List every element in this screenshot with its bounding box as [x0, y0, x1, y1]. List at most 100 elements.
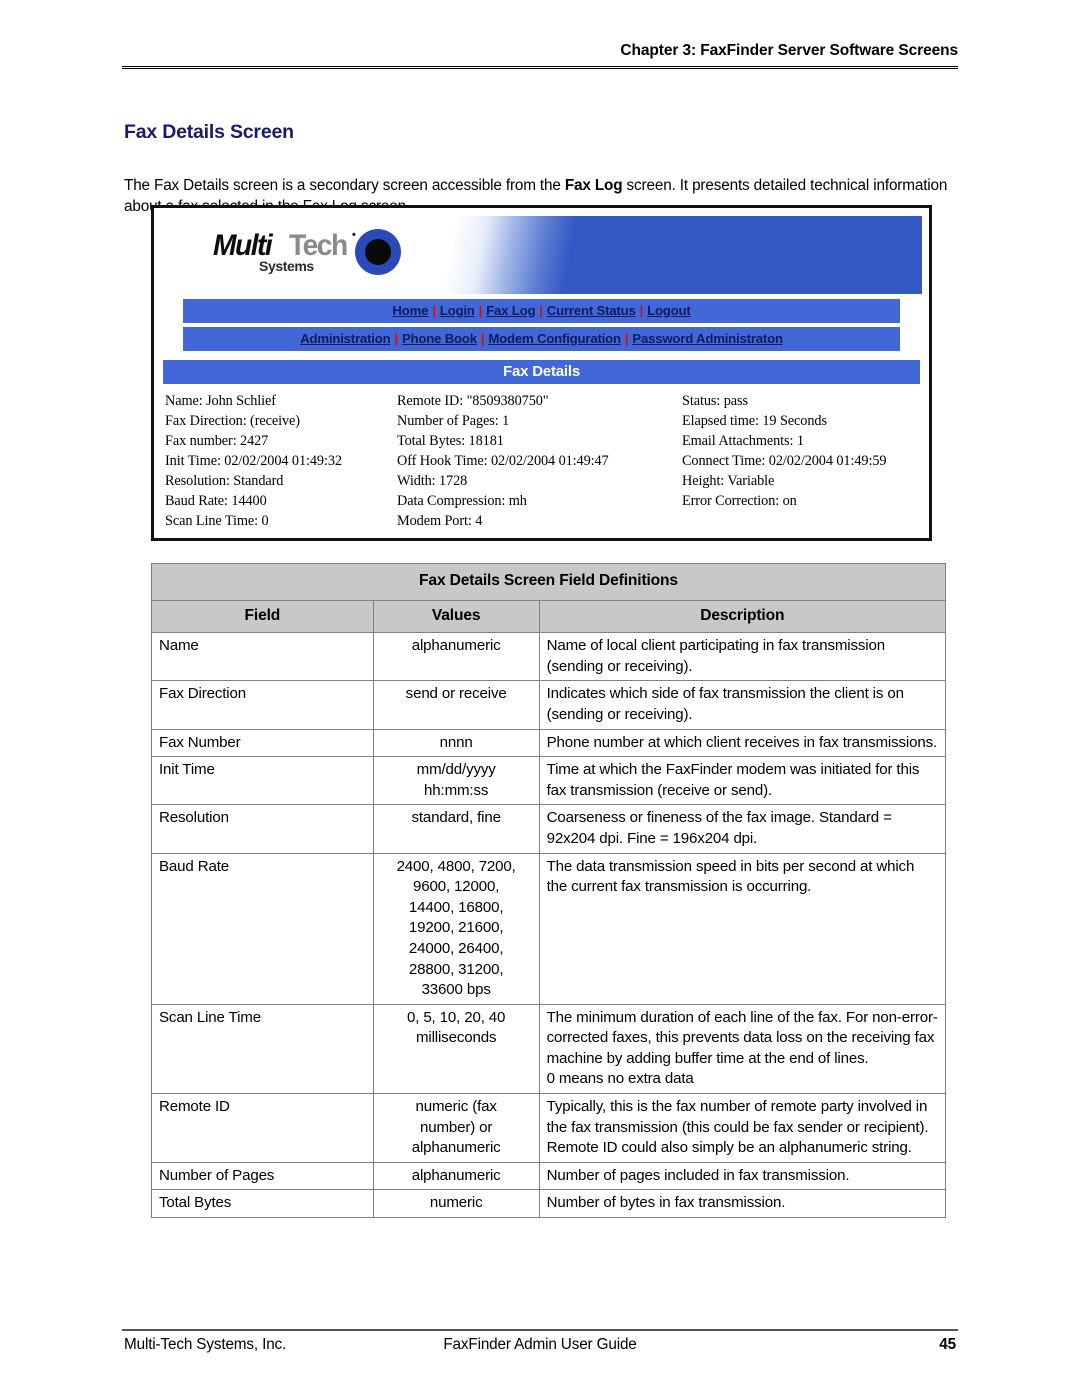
- nav-link-home[interactable]: Home: [390, 303, 430, 318]
- fax-details-title-bar: Fax Details: [163, 360, 920, 386]
- field-modem-port: Modem Port: 4: [397, 513, 483, 529]
- cell-description: Phone number at which client receives in…: [538, 728, 947, 758]
- nav-link-current-status[interactable]: Current Status: [545, 303, 638, 318]
- table-header-row: Field Values Description: [151, 599, 947, 634]
- nav-link-password-administration[interactable]: Password Administraton: [630, 331, 784, 346]
- field-email-attachments: Email Attachments: 1: [682, 433, 804, 449]
- cell-values: 2400, 4800, 7200, 9600, 12000, 14400, 1680…: [372, 852, 540, 1005]
- footer-document-title: FaxFinder Admin User Guide: [443, 1336, 637, 1353]
- secondary-navigation-bar[interactable]: Administration | Phone Book | Modem Configur…: [183, 327, 900, 351]
- screenshot-figure: Multi Tech • Systems Home | Login | Fax Log |…: [151, 205, 932, 541]
- field-elapsed-time: Elapsed time: 19 Seconds: [682, 413, 827, 429]
- field-fax-number: Fax number: 2427: [165, 433, 269, 449]
- cell-description: The minimum duration of each line of the…: [538, 1003, 947, 1095]
- fax-details-row: Init Time: 02/02/2004 01:49:32 Off Hook …: [165, 451, 918, 471]
- table-row: Total Bytes numeric Number of bytes in f…: [151, 1189, 947, 1219]
- nav-separator: |: [639, 303, 644, 318]
- table-caption-row: Fax Details Screen Field Definitions: [151, 563, 946, 601]
- page-title: Fax Details Screen: [124, 121, 294, 143]
- page-footer: Multi-Tech Systems, Inc. FaxFinder Admin…: [122, 1336, 958, 1360]
- cell-values: 0, 5, 10, 20, 40 milliseconds: [372, 1003, 540, 1095]
- footer-page-number: 45: [939, 1336, 956, 1353]
- nav-separator: |: [539, 303, 543, 318]
- fax-details-row: Fax number: 2427 Total Bytes: 18181 Emai…: [165, 431, 918, 451]
- cell-values: mm/dd/yyyy hh:mm:ss: [372, 756, 540, 806]
- field-name: Name: John Schlief: [165, 393, 276, 409]
- field-fax-direction: Fax Direction: (receive): [165, 413, 300, 429]
- column-header-values: Values: [372, 599, 540, 634]
- cell-field: Resolution: [151, 804, 374, 854]
- logo-word-systems: Systems: [259, 258, 314, 274]
- cell-description: Typically, this is the fax number of rem…: [538, 1093, 947, 1163]
- document-page: Chapter 3: FaxFinder Server Software Scr…: [0, 0, 1080, 1397]
- field-off-hook-time: Off Hook Time: 02/02/2004 01:49:47: [397, 453, 609, 469]
- cell-values: numeric (fax number) or alphanumeric: [372, 1093, 540, 1163]
- cell-field: Total Bytes: [151, 1189, 374, 1219]
- table-caption: Fax Details Screen Field Definitions: [151, 563, 946, 601]
- fax-details-row: Fax Direction: (receive) Number of Pages…: [165, 411, 918, 431]
- fax-details-field-grid: Name: John Schlief Remote ID: "850938075…: [165, 391, 918, 531]
- intro-bold-faxlog: Fax Log: [564, 177, 623, 195]
- cell-description: Indicates which side of fax transmission…: [538, 680, 947, 730]
- field-scan-line-time: Scan Line Time: 0: [165, 513, 269, 529]
- field-remote-id: Remote ID: "8509380750": [397, 393, 549, 409]
- nav-link-fax-log[interactable]: Fax Log: [484, 303, 537, 318]
- field-width: Width: 1728: [397, 473, 468, 489]
- fax-details-row: Scan Line Time: 0 Modem Port: 4: [165, 511, 918, 531]
- field-status: Status: pass: [682, 393, 748, 409]
- intro-text-part1: The Fax Details screen is a secondary sc…: [124, 177, 565, 195]
- fax-details-row: Name: John Schlief Remote ID: "850938075…: [165, 391, 918, 411]
- table-row: Resolution standard, fine Coarseness or …: [151, 804, 947, 854]
- primary-navigation-bar[interactable]: Home | Login | Fax Log | Current Status | Logout: [183, 299, 900, 323]
- field-number-of-pages: Number of Pages: 1: [397, 413, 510, 429]
- fax-details-row: Resolution: Standard Width: 1728 Height:…: [165, 471, 918, 491]
- nav-separator: |: [394, 331, 398, 346]
- nav-link-login[interactable]: Login: [438, 303, 477, 318]
- cell-values: numeric: [372, 1189, 540, 1219]
- table-row: Fax Direction send or receive Indicates …: [151, 680, 947, 730]
- nav-separator: |: [432, 303, 436, 318]
- nav-link-modem-configuration[interactable]: Modem Configuration: [486, 331, 622, 346]
- nav-link-logout[interactable]: Logout: [645, 303, 692, 318]
- field-height: Height: Variable: [682, 473, 775, 489]
- cell-description: Coarseness or fineness of the fax image.…: [538, 804, 947, 854]
- screenshot-viewport: Multi Tech • Systems Home | Login | Fax Log |…: [154, 208, 929, 538]
- field-connect-time: Connect Time: 02/02/2004 01:49:59: [682, 453, 887, 469]
- cell-description: Number of bytes in fax transmission.: [538, 1189, 947, 1219]
- cell-field: Scan Line Time: [151, 1003, 374, 1095]
- cell-field: Fax Number: [151, 728, 374, 758]
- cell-description: Time at which the FaxFinder modem was in…: [538, 756, 947, 806]
- logo-ring-icon: [355, 229, 401, 275]
- cell-field: Fax Direction: [151, 680, 374, 730]
- cell-field: Number of Pages: [151, 1161, 374, 1191]
- field-baud-rate: Baud Rate: 14400: [165, 493, 267, 509]
- field-data-compression: Data Compression: mh: [397, 493, 527, 509]
- field-error-correction: Error Correction: on: [682, 493, 797, 509]
- cell-values: alphanumeric: [372, 632, 540, 682]
- cell-values: nnnn: [372, 728, 540, 758]
- table-row: Number of Pages alphanumeric Number of p…: [151, 1161, 947, 1191]
- header-rule: [122, 66, 958, 69]
- multitech-logo: Multi Tech • Systems: [213, 225, 443, 287]
- cell-field: Remote ID: [151, 1093, 374, 1163]
- logo-trademark-icon: •: [352, 229, 356, 241]
- table-row: Baud Rate 2400, 4800, 7200, 9600, 12000, 1…: [151, 852, 947, 1005]
- footer-rule: [122, 1329, 958, 1331]
- table-row: Init Time mm/dd/yyyy hh:mm:ss Time at whi…: [151, 756, 947, 806]
- nav-link-administration[interactable]: Administration: [298, 331, 392, 346]
- field-empty: [682, 511, 918, 531]
- column-header-field: Field: [151, 599, 374, 634]
- table-row: Remote ID numeric (fax number) or alphanum…: [151, 1093, 947, 1163]
- cell-field: Baud Rate: [151, 852, 374, 1005]
- field-total-bytes: Total Bytes: 18181: [397, 433, 504, 449]
- cell-field: Name: [151, 632, 374, 682]
- cell-description: Number of pages included in fax transmis…: [538, 1161, 947, 1191]
- field-init-time: Init Time: 02/02/2004 01:49:32: [165, 453, 342, 469]
- field-definitions-table: Fax Details Screen Field Definitions Fie…: [151, 563, 947, 1219]
- cell-description: Name of local client participating in fa…: [538, 632, 947, 682]
- nav-link-phone-book[interactable]: Phone Book: [400, 331, 479, 346]
- field-resolution: Resolution: Standard: [165, 473, 284, 489]
- fax-details-row: Baud Rate: 14400 Data Compression: mh Er…: [165, 491, 918, 511]
- brand-banner: Multi Tech • Systems: [161, 216, 922, 294]
- cell-values: send or receive: [372, 680, 540, 730]
